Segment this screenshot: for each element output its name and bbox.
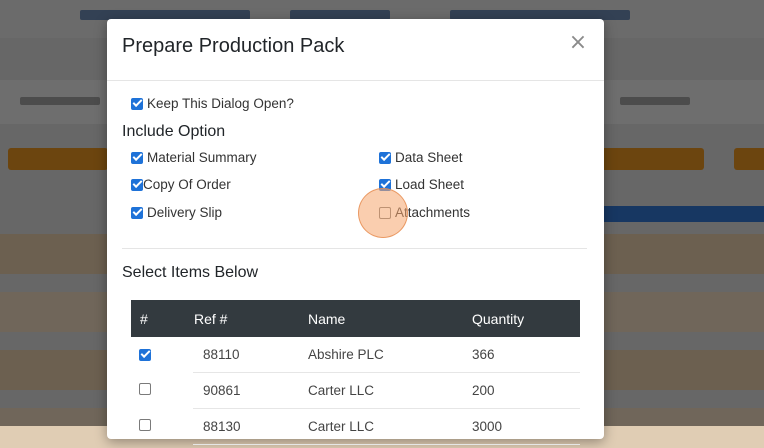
row-select-cell: [131, 373, 193, 409]
option-label: Load Sheet: [395, 177, 465, 192]
name-cell: Carter LLC: [307, 408, 471, 445]
row-checkbox[interactable]: [139, 348, 151, 361]
option-label: Delivery Slip: [147, 205, 223, 220]
include-option-heading: Include Option: [122, 123, 226, 140]
row-checkbox[interactable]: [139, 383, 151, 395]
click-cursor-highlight: [358, 188, 408, 238]
ref-cell: 90861: [193, 372, 307, 409]
table-row: 88130 Carter LLC 3000: [131, 408, 580, 445]
column-header-select: #: [131, 300, 193, 337]
quantity-cell: 200: [471, 372, 580, 409]
quantity-cell: 3000: [471, 408, 580, 445]
option-material-summary[interactable]: Material Summary: [131, 150, 257, 165]
checkbox-checked-icon[interactable]: [379, 151, 391, 164]
checkbox-checked-icon[interactable]: [131, 97, 143, 110]
option-copy-of-order[interactable]: Copy Of Order: [131, 177, 231, 192]
row-select-cell: [131, 337, 193, 373]
dialog-title: Prepare Production Pack: [122, 35, 345, 57]
option-delivery-slip[interactable]: Delivery Slip: [131, 205, 222, 220]
keep-dialog-open-checkbox[interactable]: Keep This Dialog Open?: [131, 96, 294, 111]
table-row: 88110 Abshire PLC 366: [131, 337, 580, 373]
table-row: 90861 Carter LLC 200: [131, 372, 580, 409]
option-label: Data Sheet: [395, 150, 463, 165]
column-header-name[interactable]: Name: [307, 300, 471, 337]
checkbox-checked-icon[interactable]: [131, 206, 143, 219]
row-checkbox[interactable]: [139, 419, 151, 431]
column-header-quantity[interactable]: Quantity: [471, 300, 580, 337]
section-divider: [122, 248, 587, 249]
name-cell: Abshire PLC: [307, 337, 471, 373]
ref-cell: 88110: [193, 337, 307, 373]
close-icon[interactable]: ×: [566, 31, 590, 55]
option-data-sheet[interactable]: Data Sheet: [379, 150, 463, 165]
quantity-cell: 366: [471, 337, 580, 373]
checkbox-checked-icon[interactable]: [131, 151, 143, 164]
items-table: # Ref # Name Quantity 88110 Abshire PLC …: [131, 300, 580, 445]
ref-cell: 88130: [193, 408, 307, 445]
name-cell: Carter LLC: [307, 372, 471, 409]
option-label: Copy Of Order: [143, 177, 231, 192]
checkbox-checked-icon[interactable]: [131, 178, 143, 191]
column-header-ref[interactable]: Ref #: [193, 300, 307, 337]
dialog-header: Prepare Production Pack ×: [107, 19, 604, 81]
option-label: Material Summary: [147, 150, 257, 165]
table-header-row: # Ref # Name Quantity: [131, 300, 580, 337]
row-select-cell: [131, 409, 193, 445]
keep-dialog-open-label: Keep This Dialog Open?: [147, 96, 294, 111]
select-items-heading: Select Items Below: [122, 264, 259, 281]
